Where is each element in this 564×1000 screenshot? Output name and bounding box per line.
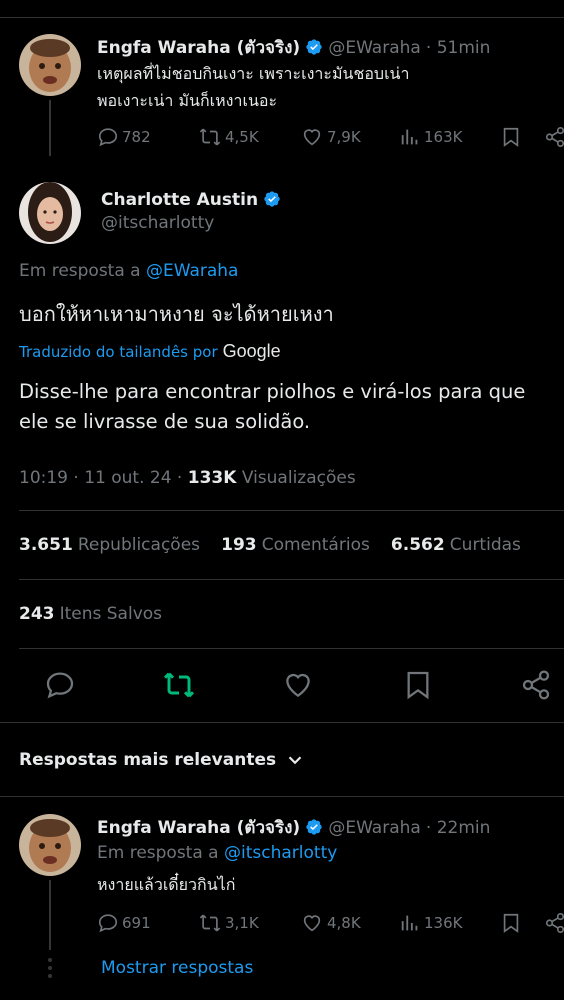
bookmark-icon <box>503 127 519 147</box>
reply-context: Em resposta a @itscharlotty <box>97 843 338 863</box>
views-button[interactable]: 163K <box>399 126 462 148</box>
author-handle[interactable]: @EWaraha <box>328 818 420 838</box>
retweet-icon <box>199 128 221 146</box>
like-button[interactable]: 7,9K <box>300 126 361 148</box>
share-icon <box>545 913 564 933</box>
author-handle[interactable]: @itscharlotty <box>101 213 214 233</box>
verified-badge-icon <box>306 39 322 55</box>
bookmark-button[interactable] <box>500 912 525 934</box>
share-icon <box>522 670 550 700</box>
reply-header: Engfa Waraha (ตัวจริง) @EWaraha · 22min <box>97 814 490 841</box>
thread-line <box>49 100 51 156</box>
reply-button[interactable]: 691 <box>97 912 151 934</box>
saved-stat[interactable]: 243 Itens Salvos <box>19 604 162 624</box>
translation-attribution[interactable]: Traduzido do tailandês por Google <box>19 341 281 362</box>
views-icon <box>401 129 418 145</box>
like-button[interactable]: 4,8K <box>300 912 361 934</box>
share-icon <box>545 127 564 147</box>
reply-text: หงายแล้วเดี๋ยวกินไก่ <box>97 875 236 894</box>
reply-button[interactable]: 782 <box>97 126 151 148</box>
share-button[interactable] <box>520 669 555 701</box>
share-button[interactable] <box>543 126 564 148</box>
author-name[interactable]: Engfa Waraha (ตัวจริง) <box>97 818 300 838</box>
reply-context: Em resposta a @EWaraha <box>19 261 239 281</box>
tweet-timestamp[interactable]: 10:19 · 11 out. 24 · <box>19 468 182 488</box>
engagement-stats: 3.651 Republicações 193 Comentários 6.56… <box>19 535 521 555</box>
comments-stat[interactable]: 193 Comentários <box>221 535 370 555</box>
divider <box>0 796 564 797</box>
tweet-time[interactable]: · 51min <box>426 38 491 58</box>
reply-to-link[interactable]: @EWaraha <box>146 261 238 281</box>
reply-button[interactable] <box>44 669 79 701</box>
thread-line <box>49 880 51 950</box>
avatar-engfa[interactable] <box>19 34 81 96</box>
tweet-text: บอกให้หาเหามาหงาย จะได้หายเหงา <box>19 302 334 326</box>
likes-stat[interactable]: 6.562 Curtidas <box>391 535 521 555</box>
thread-dots <box>47 958 53 978</box>
retweet-button[interactable] <box>162 669 199 701</box>
verified-badge-icon <box>264 191 280 207</box>
divider <box>19 648 564 649</box>
retweet-icon <box>199 914 221 932</box>
google-logo: Google <box>222 341 281 361</box>
heart-icon <box>286 673 310 698</box>
tweet-meta: 10:19 · 11 out. 24 · 133K Visualizações <box>19 468 356 488</box>
views-button[interactable]: 136K <box>399 912 462 934</box>
divider <box>0 722 564 723</box>
replies-sort-dropdown[interactable]: Respostas mais relevantes <box>19 749 306 771</box>
reply-icon <box>46 672 74 699</box>
reply-to-link[interactable]: @itscharlotty <box>224 843 337 863</box>
retweet-button[interactable]: 3,1K <box>198 912 259 934</box>
bookmark-icon <box>503 913 519 933</box>
share-button[interactable] <box>543 912 564 934</box>
translated-text: Disse-lhe para encontrar piolhos e virá-… <box>19 380 526 433</box>
top-divider <box>0 17 564 18</box>
author-handle[interactable]: @EWaraha <box>328 38 420 58</box>
views-label: Visualizações <box>241 468 356 488</box>
chevron-down-icon <box>288 756 302 765</box>
tweet-time[interactable]: · 22min <box>426 818 491 838</box>
retweet-icon <box>163 672 195 698</box>
bookmark-icon <box>407 671 429 700</box>
avatar-engfa[interactable] <box>19 814 81 876</box>
main-author: Charlotte Austin <box>101 190 281 210</box>
bookmark-button[interactable] <box>402 669 437 701</box>
reply-icon <box>98 128 118 147</box>
reply-icon <box>98 914 118 933</box>
divider <box>19 579 564 580</box>
bookmark-button[interactable] <box>500 126 525 148</box>
avatar-charlotte[interactable] <box>19 182 81 244</box>
heart-icon <box>303 129 321 146</box>
divider <box>19 510 564 511</box>
like-button[interactable] <box>282 669 317 701</box>
tweet1-header: Engfa Waraha (ตัวจริง) @EWaraha · 51min <box>97 34 490 61</box>
views-count: 133K <box>187 468 237 488</box>
retweet-button[interactable]: 4,5K <box>198 126 259 148</box>
show-replies-link[interactable]: Mostrar respostas <box>101 958 253 978</box>
author-name[interactable]: Engfa Waraha (ตัวจริง) <box>97 38 300 58</box>
views-icon <box>401 915 418 931</box>
heart-icon <box>303 915 321 932</box>
tweet1-text: เหตุผลที่ไม่ชอบกินเงาะ เพราะเงาะมันชอบเน… <box>97 64 410 110</box>
author-name[interactable]: Charlotte Austin <box>101 190 258 210</box>
reposts-stat[interactable]: 3.651 Republicações <box>19 535 200 555</box>
verified-badge-icon <box>306 819 322 835</box>
